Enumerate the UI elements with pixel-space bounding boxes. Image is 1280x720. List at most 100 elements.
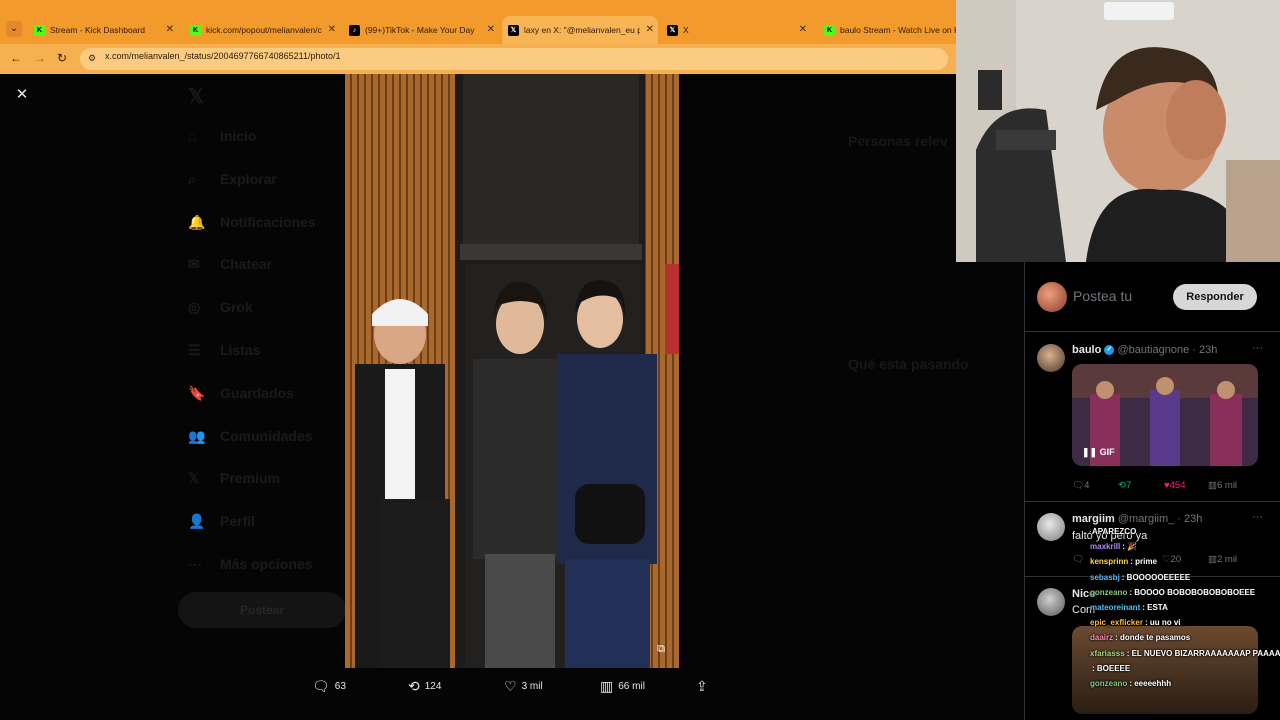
more-options-icon[interactable]: ··· — [1252, 342, 1263, 354]
background-nav-item: Chatear — [220, 256, 273, 273]
tab-kick-dashboard[interactable]: K Stream - Kick Dashboard ✕ — [28, 16, 178, 44]
tab-baulo-stream[interactable]: K baulo Stream - Watch Live on K — [818, 16, 956, 44]
background-nav-icon: ⋯ — [188, 556, 202, 572]
chat-message: gonzeano: BOOOO BOBOBOBOBOBOEEE — [1090, 588, 1255, 597]
close-icon[interactable]: ✕ — [799, 16, 807, 44]
background-post-button: Postear — [178, 592, 346, 628]
kick-icon: K — [34, 25, 45, 36]
background-nav-icon: ✉ — [188, 256, 200, 273]
view-count: 66 mil — [618, 681, 645, 692]
chat-message: epic_exflicker: uu no vi — [1090, 618, 1181, 627]
avatar — [1037, 344, 1065, 372]
tab-search-button[interactable]: ⌄ — [6, 21, 22, 37]
tab-x[interactable]: 𝕏 X ✕ — [661, 16, 811, 44]
gif-label: GIF — [1099, 447, 1115, 457]
background-nav-item: Inicio — [220, 128, 257, 144]
chat-username: gonzeano — [1090, 679, 1128, 688]
repost-icon: ⟲ — [408, 678, 420, 694]
author-handle: @bautiagnone · 23h — [1117, 344, 1218, 356]
reply-count: 63 — [334, 681, 346, 692]
stream-chat-overlay: APAREZCO maxkrill: 🎉 kensprinn: prime sebas… — [1090, 527, 1280, 707]
screen: ⌄ K Stream - Kick Dashboard ✕ K kick.com… — [0, 0, 1280, 720]
chat-message: daairz: donde te pasamos — [1090, 633, 1190, 642]
tab-title: kick.com/popout/melianvalen/c — [206, 25, 322, 35]
heart-icon: ♡ — [504, 678, 517, 694]
background-nav-item: Listas — [220, 342, 261, 358]
repost-stat[interactable]: ⟲ 7 — [1118, 480, 1131, 491]
background-nav-icon: 🔔 — [188, 213, 206, 230]
repost-count: 7 — [1125, 480, 1132, 491]
back-arrow-icon[interactable]: ← — [10, 51, 22, 65]
view-count: 6 mil — [1216, 480, 1238, 491]
x-icon: 𝕏 — [508, 25, 519, 36]
tab-tiktok[interactable]: ♪ (99+)TikTok - Make Your Day ✕ — [343, 16, 499, 44]
post-author: baulo ✓ @bautiagnone · 23h — [1072, 344, 1217, 356]
reply-post[interactable]: baulo ✓ @bautiagnone · 23h ··· ❚❚ GIF 🗨 … — [1025, 332, 1280, 502]
reply-stat[interactable]: 🗨 4 — [1072, 480, 1089, 491]
chat-username: mateoreinant — [1090, 603, 1141, 612]
avatar — [1037, 513, 1065, 541]
photo-illustration — [345, 74, 679, 668]
views-button[interactable]: ▥ 66 mil — [600, 678, 645, 695]
chat-message: mateoreinant: ESTA — [1090, 603, 1168, 612]
close-viewer-icon[interactable]: ✕ — [14, 87, 30, 103]
reply-count: 4 — [1084, 480, 1090, 491]
gif-badge: ❚❚ GIF — [1082, 447, 1115, 457]
chat-text: : eeeeehhh — [1129, 679, 1172, 688]
close-icon[interactable]: ✕ — [646, 16, 654, 44]
reload-icon[interactable]: ↻ — [57, 51, 67, 65]
site-settings-icon[interactable]: ⚙ — [88, 53, 99, 64]
tab-laxy-x[interactable]: 𝕏 laxy en X: "@melianvalen_eu p ✕ — [502, 16, 658, 44]
chat-text: : BOOOO BOBOBOBOBOBOEEE — [1129, 587, 1256, 597]
share-button[interactable]: ⇪ — [696, 678, 708, 695]
photo-action-bar: 🗨 63 ⟲ 124 ♡ 3 mil ▥ 66 mil ⇪ — [300, 674, 730, 700]
background-nav-item: Grok — [220, 299, 253, 316]
close-icon[interactable]: ✕ — [328, 16, 336, 44]
views-stat[interactable]: ▥ 6 mil — [1208, 480, 1237, 491]
forward-arrow-icon[interactable]: → — [34, 51, 46, 65]
chat-username: maxkrill — [1090, 542, 1121, 552]
chat-text: : donde te pasamos — [1115, 633, 1191, 643]
post-author: margiim @margiim_ · 23h — [1072, 513, 1202, 525]
like-stat[interactable]: ♥ 454 — [1164, 480, 1186, 491]
post-gif[interactable]: ❚❚ GIF — [1072, 364, 1258, 466]
background-nav-icon: 𝕏 — [188, 470, 200, 487]
close-icon[interactable]: ✕ — [487, 16, 495, 44]
image-edit-icon[interactable]: ⧉ — [657, 643, 665, 656]
chat-text: : EL NUEVO BIZARRAAAAAAAP PAAAAA — [1126, 648, 1280, 658]
address-bar: ← → ↻ ⚙ x.com/melianvalen_/status/200469… — [0, 44, 956, 74]
background-nav-icon: ◎ — [188, 299, 201, 316]
background-heading-people: Personas relev — [848, 133, 948, 149]
background-nav-item: Explorar — [220, 170, 277, 187]
chat-username: epic_exflicker — [1090, 618, 1143, 628]
background-nav-icon: ⌂ — [188, 128, 197, 144]
avatar — [1037, 282, 1067, 312]
tab-kick-popout[interactable]: K kick.com/popout/melianvalen/c ✕ — [184, 16, 340, 44]
browser-tab-bar: ⌄ K Stream - Kick Dashboard ✕ K kick.com… — [0, 0, 956, 44]
background-heading-trends: Qué está pasando — [848, 356, 969, 372]
url-text[interactable]: x.com/melianvalen_/status/20046977667408… — [105, 51, 341, 61]
chat-message: APAREZCO — [1090, 527, 1136, 536]
chat-username: xfariasss — [1090, 648, 1125, 658]
reply-input[interactable]: Postea tu — [1073, 288, 1132, 304]
reply-stat[interactable]: 🗨 — [1072, 554, 1084, 565]
share-icon: ⇪ — [696, 678, 708, 694]
reply-composer: Postea tu Responder — [1025, 262, 1280, 332]
close-icon[interactable]: ✕ — [166, 16, 174, 44]
like-button[interactable]: ♡ 3 mil — [504, 678, 543, 695]
reply-button[interactable]: 🗨 63 — [312, 678, 346, 695]
more-options-icon[interactable]: ··· — [1252, 511, 1263, 523]
tab-title: baulo Stream - Watch Live on K — [840, 25, 956, 35]
background-nav-icon: ⌕ — [188, 170, 196, 187]
chat-text: : BOEEEE — [1092, 663, 1131, 673]
background-nav-item: Más opciones — [220, 556, 313, 572]
reply-submit-button[interactable]: Responder — [1173, 284, 1257, 310]
background-nav-item: Notificaciones — [220, 213, 316, 230]
repost-button[interactable]: ⟲ 124 — [408, 678, 441, 695]
webcam-illustration — [956, 0, 1280, 262]
author-handle: @margiim_ · 23h — [1117, 513, 1203, 525]
webcam-overlay — [956, 0, 1280, 262]
chat-message: xfariasss: EL NUEVO BIZARRAAAAAAAP PAAAA… — [1090, 649, 1280, 658]
chat-text: : uu no vi — [1144, 618, 1181, 628]
x-icon: 𝕏 — [667, 25, 678, 36]
